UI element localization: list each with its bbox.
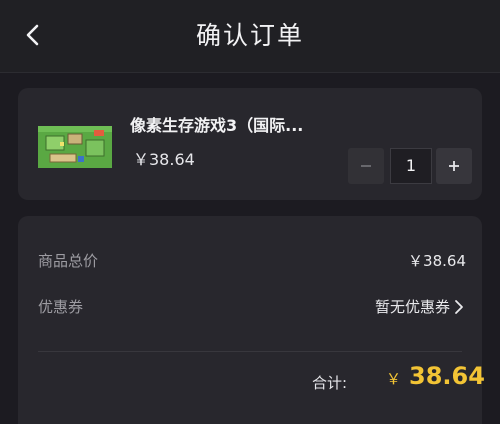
quantity-field[interactable]: 1 bbox=[390, 148, 432, 184]
order-summary-card: 商品总价 ￥38.64 优惠券 暂无优惠券 合计: ￥ 38.64 bbox=[18, 216, 485, 424]
chevron-right-icon bbox=[455, 299, 463, 314]
coupon-label: 优惠券 bbox=[38, 298, 84, 316]
grand-total-label: 合计: bbox=[312, 374, 348, 392]
increase-quantity-button[interactable] bbox=[436, 148, 472, 184]
quantity-stepper: 1 bbox=[348, 148, 472, 184]
currency-symbol: ￥ bbox=[386, 370, 402, 388]
top-bar: 确认订单 bbox=[0, 0, 500, 73]
coupon-selector[interactable]: 暂无优惠券 bbox=[375, 296, 464, 317]
grand-total-value: ￥ 38.64 bbox=[386, 362, 485, 390]
game-cover-thumbnail bbox=[38, 126, 112, 168]
page-title: 确认订单 bbox=[195, 21, 304, 50]
order-confirm-screen: 确认订单 像素生存游戏3（国际... ￥ 38.64 1 商品总价 ￥38.64 … bbox=[0, 0, 500, 424]
grand-total-amount: 38.64 bbox=[409, 362, 485, 390]
product-name[interactable]: 像素生存游戏3（国际... bbox=[130, 112, 303, 136]
minus-icon bbox=[361, 165, 371, 167]
product-thumbnail[interactable] bbox=[38, 126, 112, 168]
coupon-value: 暂无优惠券 bbox=[374, 298, 450, 316]
divider bbox=[38, 351, 462, 352]
items-total-value: ￥38.64 bbox=[408, 252, 466, 270]
decrease-quantity-button[interactable] bbox=[348, 148, 384, 184]
plus-icon bbox=[449, 161, 459, 171]
product-card: 像素生存游戏3（国际... ￥38.64 1 bbox=[18, 88, 482, 200]
items-total-label: 商品总价 bbox=[38, 252, 99, 270]
product-price: ￥38.64 bbox=[133, 150, 195, 169]
